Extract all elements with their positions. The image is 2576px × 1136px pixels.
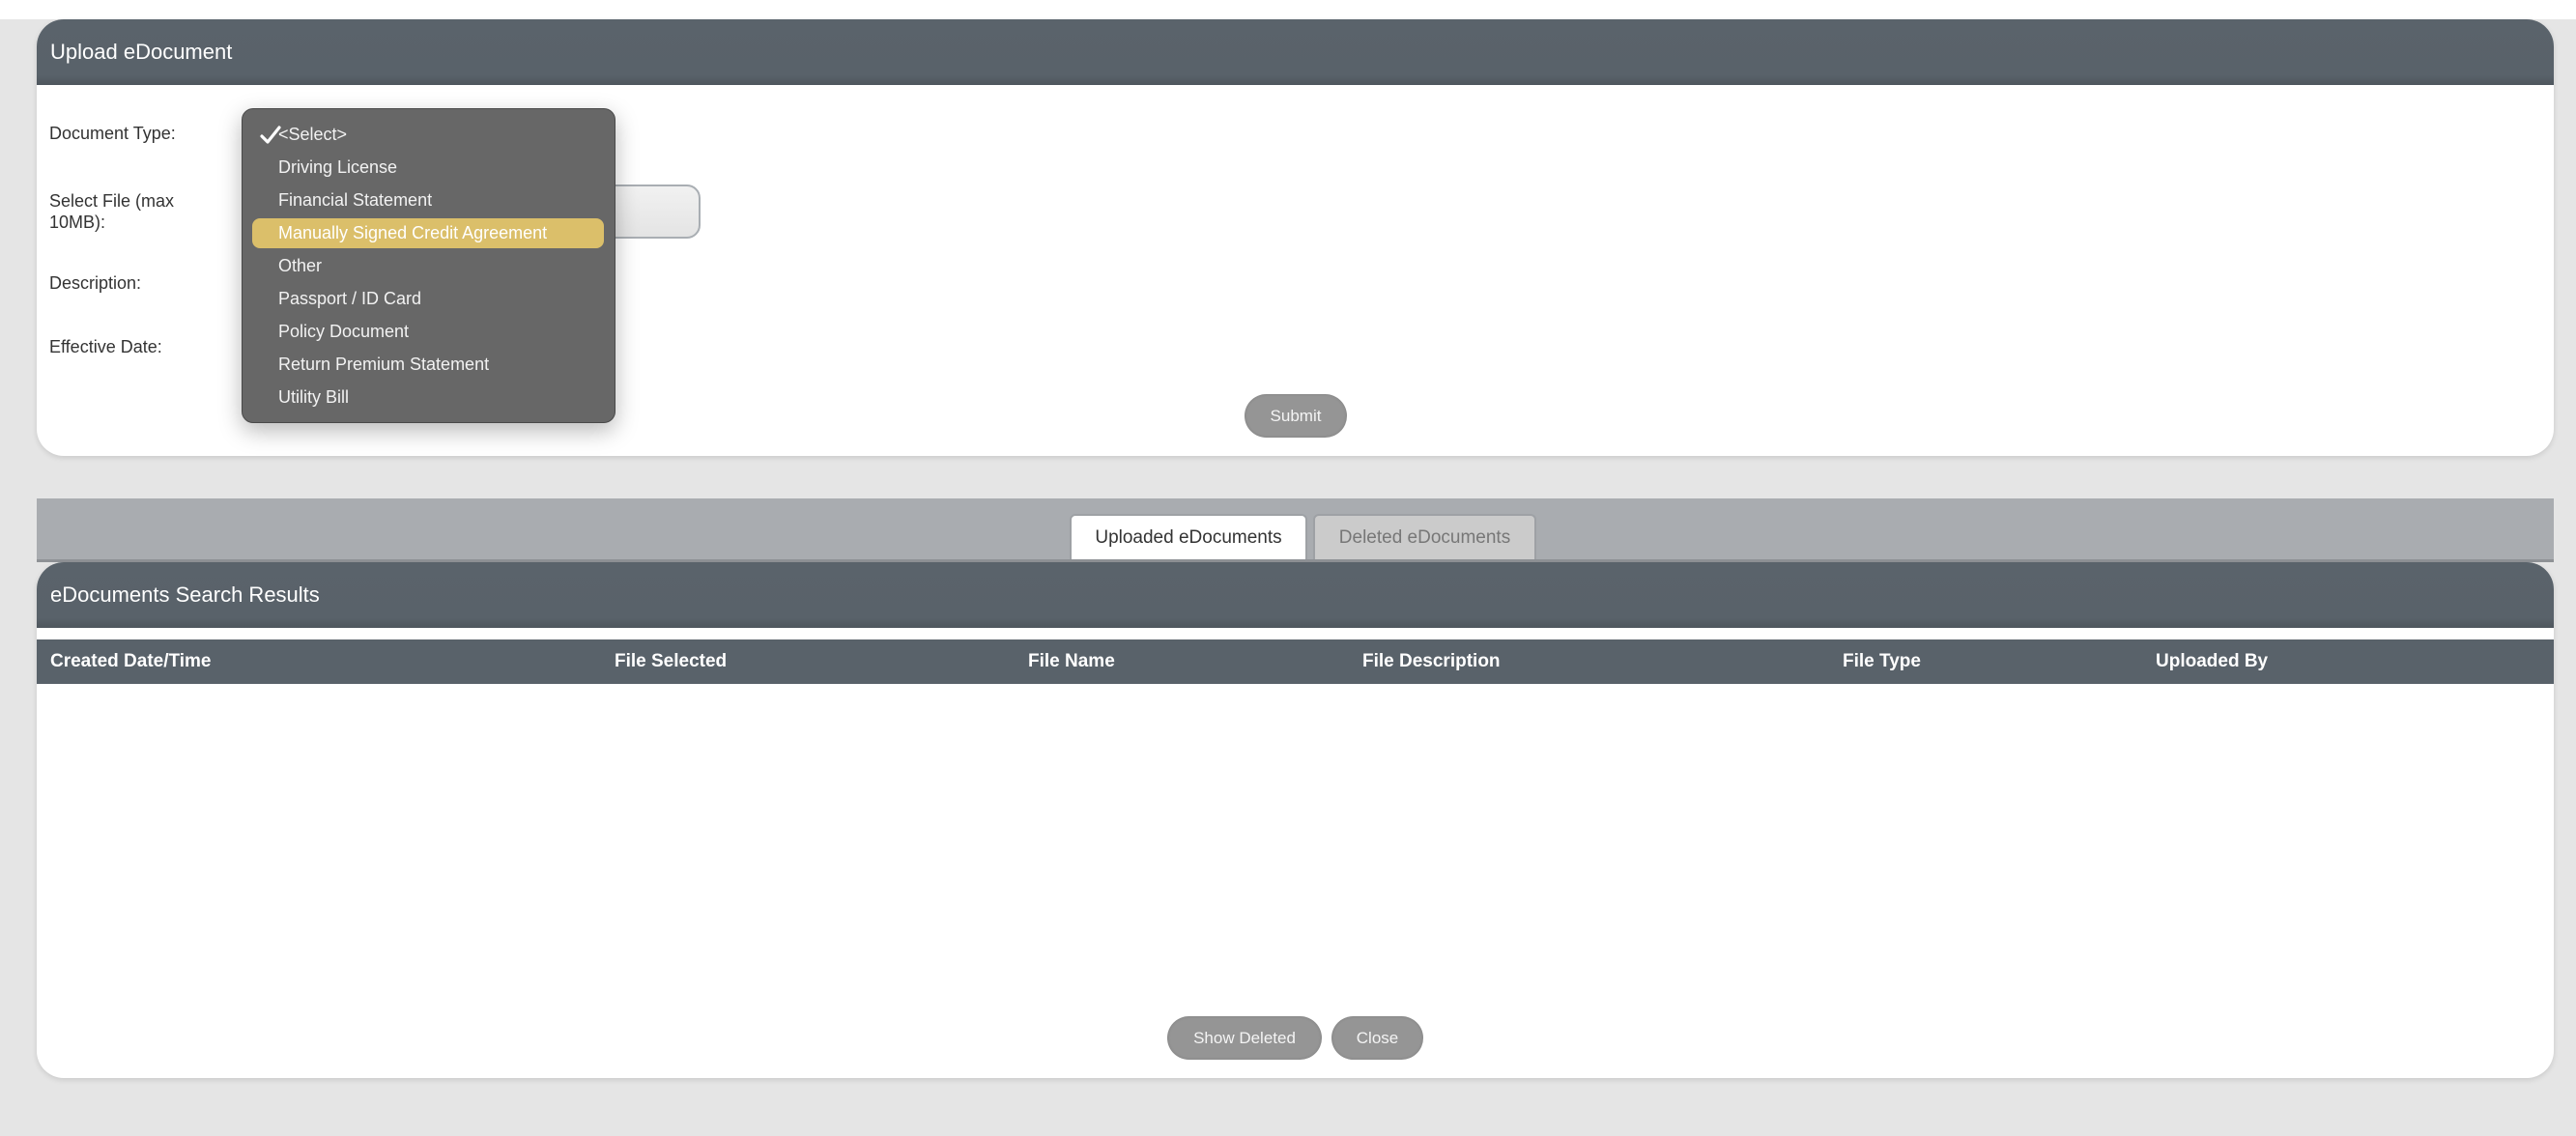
- tab-uploaded-edocuments[interactable]: Uploaded eDocuments: [1070, 514, 1307, 559]
- column-file-description[interactable]: File Description: [1362, 639, 1501, 684]
- results-table-body: [37, 684, 2554, 1003]
- column-uploaded-by[interactable]: Uploaded By: [2156, 639, 2268, 684]
- dropdown-option-label: Return Premium Statement: [278, 355, 490, 374]
- select-file-label: Select File (max 10MB):: [49, 190, 174, 233]
- dropdown-option-return-premium-statement[interactable]: Return Premium Statement: [252, 350, 604, 380]
- submit-button[interactable]: Submit: [1245, 394, 1347, 438]
- upload-panel-header: Upload eDocument: [37, 19, 2554, 85]
- column-file-selected[interactable]: File Selected: [615, 639, 727, 684]
- results-panel-header: eDocuments Search Results: [37, 562, 2554, 628]
- dropdown-option-label: Driving License: [278, 157, 398, 177]
- description-label: Description:: [49, 273, 142, 293]
- results-panel-title: eDocuments Search Results: [50, 582, 320, 607]
- dropdown-option-label: Passport / ID Card: [278, 289, 422, 308]
- dropdown-option-manually-signed-credit-agreement[interactable]: Manually Signed Credit Agreement: [252, 218, 604, 248]
- upload-panel-title: Upload eDocument: [50, 40, 233, 64]
- select-file-label-line1: Select File (max: [49, 191, 175, 211]
- show-deleted-button[interactable]: Show Deleted: [1167, 1016, 1322, 1060]
- top-strip: [0, 0, 2576, 19]
- results-table-header: Created Date/Time File Selected File Nam…: [37, 639, 2554, 684]
- select-file-label-line2: 10MB):: [49, 213, 106, 232]
- effective-date-label: Effective Date:: [49, 337, 162, 356]
- dropdown-option-label: Utility Bill: [278, 387, 350, 407]
- document-type-dropdown-menu[interactable]: <Select> Driving License Financial State…: [242, 108, 615, 423]
- dropdown-option-other[interactable]: Other: [252, 251, 604, 281]
- dropdown-option-utility-bill[interactable]: Utility Bill: [252, 383, 604, 412]
- dropdown-option-label: Other: [278, 256, 323, 275]
- column-file-name[interactable]: File Name: [1028, 639, 1115, 684]
- column-created-date-time[interactable]: Created Date/Time: [50, 639, 212, 684]
- column-file-type[interactable]: File Type: [1843, 639, 1921, 684]
- dropdown-option-label: Policy Document: [278, 322, 410, 341]
- dropdown-option-financial-statement[interactable]: Financial Statement: [252, 185, 604, 215]
- results-tab-bar: Uploaded eDocuments Deleted eDocuments: [37, 498, 2554, 562]
- dropdown-option-driving-license[interactable]: Driving License: [252, 153, 604, 183]
- dropdown-option-policy-document[interactable]: Policy Document: [252, 317, 604, 347]
- dropdown-option-label: <Select>: [278, 125, 348, 144]
- close-button[interactable]: Close: [1331, 1016, 1423, 1060]
- dropdown-option-label: Financial Statement: [278, 190, 433, 210]
- dropdown-option-passport-id-card[interactable]: Passport / ID Card: [252, 284, 604, 314]
- search-results-panel: eDocuments Search Results Created Date/T…: [37, 562, 2554, 1078]
- dropdown-option-select[interactable]: <Select>: [252, 120, 604, 150]
- document-type-label: Document Type:: [49, 124, 176, 143]
- tab-deleted-edocuments[interactable]: Deleted eDocuments: [1313, 514, 1536, 559]
- dropdown-option-label: Manually Signed Credit Agreement: [278, 223, 548, 242]
